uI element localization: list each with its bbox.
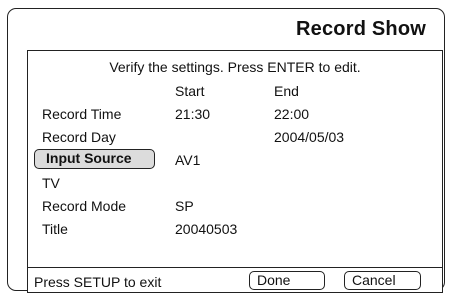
setting-label: Record Time [42,106,122,122]
exit-hint: Press SETUP to exit [34,274,162,290]
setting-row-record-day[interactable]: Record Day 2004/05/03 [28,129,442,150]
setting-end-value: 22:00 [274,106,310,122]
column-header-start: Start [175,83,205,99]
settings-panel: Verify the settings. Press ENTER to edit… [27,50,443,293]
setting-label: TV [42,175,60,191]
setting-start-value: 21:30 [175,106,211,122]
instruction-text: Verify the settings. Press ENTER to edit… [109,59,361,75]
footer-divider [28,267,442,268]
setting-row-tv[interactable]: TV [28,175,442,196]
setting-label: Title [42,221,68,237]
cancel-button[interactable]: Cancel [344,271,421,290]
screen-title: Record Show [296,18,426,40]
setting-label: Record Day [42,129,116,145]
setting-end-value: 2004/05/03 [274,129,345,145]
setting-row-record-time[interactable]: Record Time 21:30 22:00 [28,106,442,127]
column-header-row: Start End [28,83,442,104]
setting-start-value: AV1 [175,152,201,168]
column-header-end: End [274,83,299,99]
setting-row-title[interactable]: Title 20040503 [28,221,442,242]
selection-highlight: Input Source [34,149,155,169]
setting-label: Record Mode [42,198,127,214]
setting-start-value: 20040503 [175,221,238,237]
done-button[interactable]: Done [249,271,325,290]
setting-label: Input Source [46,150,132,166]
record-show-window: Record Show Verify the settings. Press E… [7,8,445,293]
setting-start-value: SP [175,198,194,214]
setting-row-input-source[interactable]: Input Source AV1 [28,149,442,173]
setting-row-record-mode[interactable]: Record Mode SP [28,198,442,219]
